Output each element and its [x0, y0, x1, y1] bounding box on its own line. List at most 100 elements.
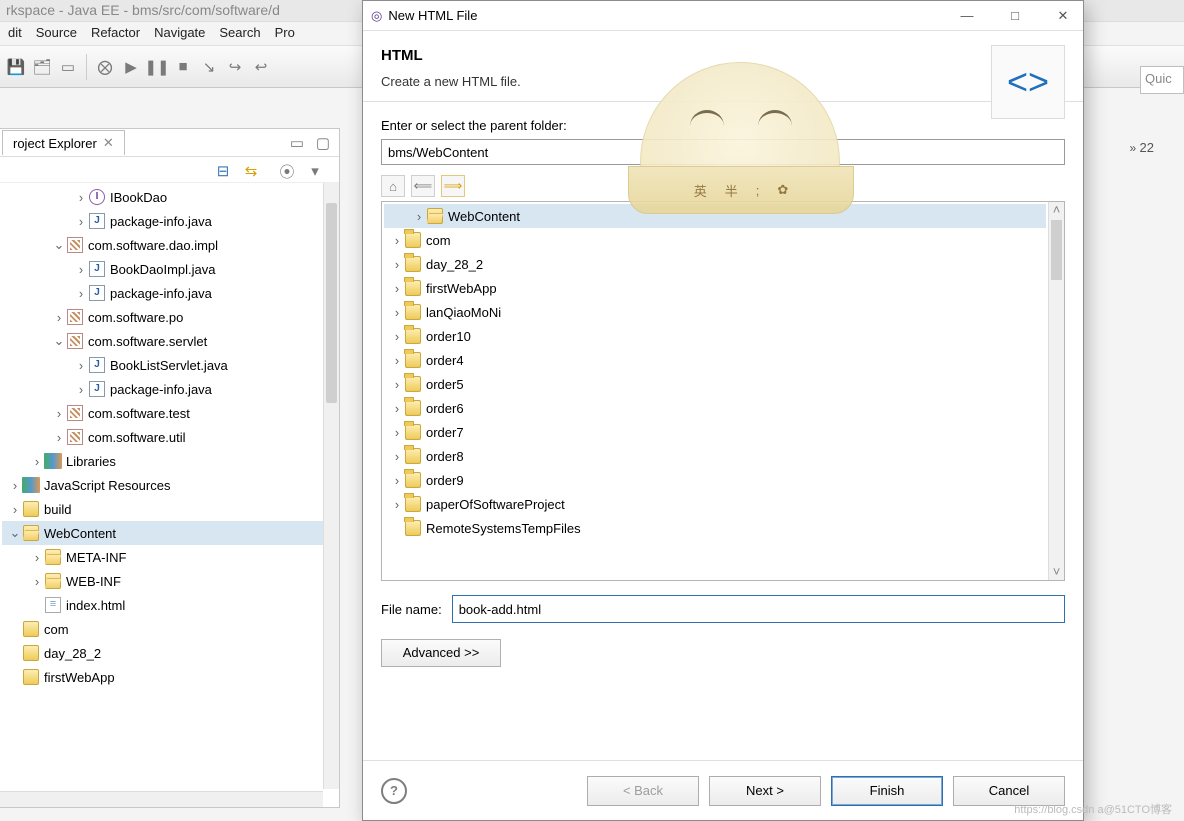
chevron-right-icon[interactable]: › — [390, 449, 404, 464]
menu-refactor[interactable]: Refactor — [91, 25, 140, 42]
chevron-down-icon[interactable]: ⌄ — [52, 237, 66, 253]
tree-node[interactable]: ›order8 — [384, 444, 1046, 468]
chevron-right-icon[interactable]: › — [30, 550, 44, 565]
tree-node[interactable]: ›lanQiaoMoNi — [384, 300, 1046, 324]
vertical-scrollbar[interactable] — [323, 183, 339, 789]
chevron-right-icon[interactable]: › — [390, 377, 404, 392]
chevron-right-icon[interactable]: › — [30, 574, 44, 589]
close-icon[interactable]: ✕ — [1051, 8, 1075, 24]
chevron-right-icon[interactable]: › — [390, 305, 404, 320]
chevron-right-icon[interactable]: › — [74, 286, 88, 301]
menu-source[interactable]: Source — [36, 25, 77, 42]
chevron-right-icon[interactable]: › — [52, 310, 66, 325]
stop-icon[interactable]: ■ — [173, 57, 193, 77]
tree-node[interactable]: ›WebContent — [384, 204, 1046, 228]
tree-node[interactable]: firstWebApp — [2, 665, 339, 689]
link-editor-icon[interactable]: ⇆ — [241, 161, 261, 181]
project-tree[interactable]: ›IBookDao›package-info.java⌄com.software… — [0, 183, 339, 807]
tree-node[interactable]: day_28_2 — [2, 641, 339, 665]
chevron-right-icon[interactable]: › — [412, 209, 426, 224]
finish-button[interactable]: Finish — [831, 776, 943, 806]
menu-navigate[interactable]: Navigate — [154, 25, 205, 42]
tree-node[interactable]: ›META-INF — [2, 545, 339, 569]
pause-icon[interactable]: ❚❚ — [147, 57, 167, 77]
tree-node[interactable]: ›WEB-INF — [2, 569, 339, 593]
tree-node[interactable]: ›BookListServlet.java — [2, 353, 339, 377]
tree-node[interactable]: ›com.software.test — [2, 401, 339, 425]
chevron-down-icon[interactable]: ⌄ — [52, 333, 66, 349]
next-button[interactable]: Next > — [709, 776, 821, 806]
project-explorer-tab[interactable]: roject Explorer ✕ — [2, 130, 125, 155]
build-icon[interactable]: ▭ — [58, 57, 78, 77]
tree-node[interactable]: ›package-info.java — [2, 377, 339, 401]
maximize-icon[interactable]: □ — [1003, 8, 1027, 24]
tree-node[interactable]: ›JavaScript Resources — [2, 473, 339, 497]
horizontal-scrollbar[interactable] — [0, 791, 323, 807]
tree-node[interactable]: ›order10 — [384, 324, 1046, 348]
chevron-right-icon[interactable]: › — [390, 281, 404, 296]
tree-node[interactable]: ⌄com.software.servlet — [2, 329, 339, 353]
tree-node[interactable]: ›firstWebApp — [384, 276, 1046, 300]
tree-node[interactable]: ›package-info.java — [2, 281, 339, 305]
chevron-right-icon[interactable]: › — [74, 190, 88, 205]
chevron-right-icon[interactable]: › — [390, 497, 404, 512]
tree-node[interactable]: ›package-info.java — [2, 209, 339, 233]
menu-project[interactable]: Pro — [275, 25, 295, 42]
tree-node[interactable]: ›order9 — [384, 468, 1046, 492]
tree-node[interactable]: ›IBookDao — [2, 185, 339, 209]
chevron-right-icon[interactable]: › — [74, 358, 88, 373]
tree-node[interactable]: ›Libraries — [2, 449, 339, 473]
tree-node[interactable]: ›paperOfSoftwareProject — [384, 492, 1046, 516]
tree-node[interactable]: ›com — [384, 228, 1046, 252]
tree-node[interactable]: ›order4 — [384, 348, 1046, 372]
dialog-titlebar[interactable]: ◎ New HTML File — □ ✕ — [363, 1, 1083, 31]
tree-node[interactable]: ⌄WebContent — [2, 521, 339, 545]
chevron-right-icon[interactable]: › — [390, 257, 404, 272]
menu-search[interactable]: Search — [219, 25, 260, 42]
step-over-icon[interactable]: ↪ — [225, 57, 245, 77]
minimize-icon[interactable]: ▭ — [287, 133, 307, 153]
chevron-right-icon[interactable]: › — [390, 233, 404, 248]
tree-node[interactable]: ›day_28_2 — [384, 252, 1046, 276]
tree-node[interactable]: ›order6 — [384, 396, 1046, 420]
collapse-all-icon[interactable]: ⊟ — [213, 161, 233, 181]
chevron-right-icon[interactable]: › — [390, 401, 404, 416]
view-menu-icon[interactable]: ▾ — [305, 161, 325, 181]
chevron-right-icon[interactable]: › — [390, 473, 404, 488]
step-return-icon[interactable]: ↩ — [251, 57, 271, 77]
menu-edit[interactable]: dit — [8, 25, 22, 42]
tree-node[interactable]: ›com.software.po — [2, 305, 339, 329]
focus-icon[interactable]: ⦿ — [277, 161, 297, 181]
chevron-right-icon[interactable]: › — [30, 454, 44, 469]
step-into-icon[interactable]: ↘ — [199, 57, 219, 77]
tree-scrollbar[interactable]: ˄˅ — [1048, 202, 1064, 580]
chevron-right-icon[interactable]: › — [8, 478, 22, 493]
save-icon[interactable]: 💾 — [6, 57, 26, 77]
minimize-icon[interactable]: — — [955, 8, 979, 24]
overflow-indicator[interactable]: » 22 — [1130, 140, 1154, 155]
chevron-right-icon[interactable]: › — [74, 382, 88, 397]
chevron-right-icon[interactable]: › — [8, 502, 22, 517]
close-icon[interactable]: ✕ — [103, 135, 114, 151]
tree-node[interactable]: com — [2, 617, 339, 641]
skip-breakpoints-icon[interactable]: ⨂ — [95, 57, 115, 77]
back-icon[interactable]: ⟸ — [411, 175, 435, 197]
tree-node[interactable]: ›com.software.util — [2, 425, 339, 449]
home-icon[interactable]: ⌂ — [381, 175, 405, 197]
quick-access-input[interactable]: Quic — [1140, 66, 1184, 94]
tree-node[interactable]: ›BookDaoImpl.java — [2, 257, 339, 281]
chevron-down-icon[interactable]: ⌄ — [8, 525, 22, 541]
maximize-icon[interactable]: ▢ — [313, 133, 333, 153]
chevron-right-icon[interactable]: › — [390, 425, 404, 440]
chevron-right-icon[interactable]: › — [52, 406, 66, 421]
chevron-right-icon[interactable]: › — [390, 329, 404, 344]
parent-folder-input[interactable] — [381, 139, 1065, 165]
tree-node[interactable]: ›order5 — [384, 372, 1046, 396]
chevron-right-icon[interactable]: › — [74, 214, 88, 229]
chevron-right-icon[interactable]: › — [390, 353, 404, 368]
filename-input[interactable] — [452, 595, 1065, 623]
tree-node[interactable]: ›order7 — [384, 420, 1046, 444]
tree-node[interactable]: index.html — [2, 593, 339, 617]
tree-node[interactable]: ⌄com.software.dao.impl — [2, 233, 339, 257]
advanced-button[interactable]: Advanced >> — [381, 639, 501, 667]
